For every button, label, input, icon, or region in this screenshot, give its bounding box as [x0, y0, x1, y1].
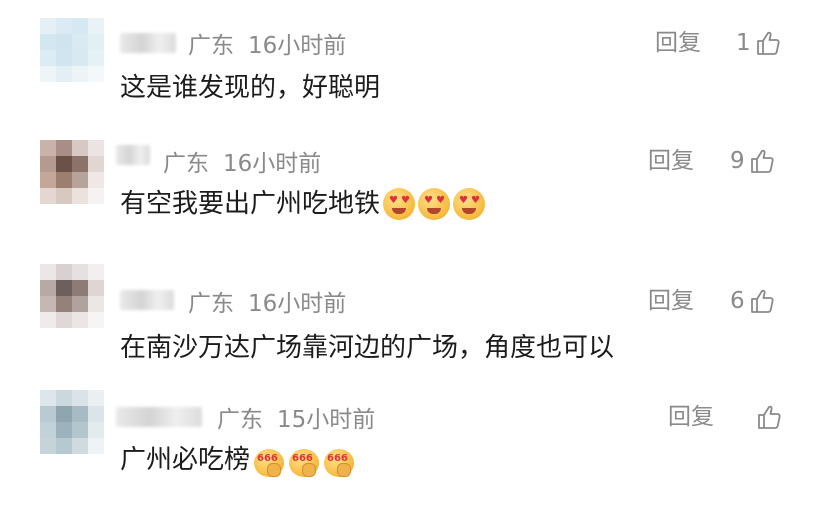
comment-text: 在南沙万达广场靠河边的广场，角度也可以: [120, 328, 614, 368]
time-label: 16小时前: [248, 33, 347, 59]
like-button[interactable]: 6: [730, 286, 775, 316]
666-thinking-emoji: 666: [288, 443, 320, 477]
avatar[interactable]: [40, 390, 104, 454]
comment-text-content: 在南沙万达广场靠河边的广场，角度也可以: [120, 333, 615, 363]
comment-text: 这是谁发现的，好聪明: [120, 68, 380, 108]
like-button[interactable]: 9: [730, 146, 775, 176]
heart-eyes-emoji: ♥ ♥: [418, 188, 451, 220]
reply-button[interactable]: 回复: [648, 146, 694, 176]
comment-item: 广东 16小时前 回复 6 在南沙万达广场靠河边的广场，角度也可以: [0, 250, 828, 380]
avatar[interactable]: [40, 140, 104, 204]
heart-eyes-emoji: ♥ ♥: [453, 188, 486, 220]
reply-button[interactable]: 回复: [648, 286, 694, 316]
like-count: 9: [730, 148, 745, 174]
username-blurred[interactable]: [120, 290, 174, 310]
comment-text: 有空我要出广州吃地铁 ♥ ♥ ♥ ♥ ♥ ♥: [120, 184, 486, 224]
username-blurred[interactable]: [116, 407, 202, 427]
comment-item: 广东 16小时前 回复 9 有空我要出广州吃地铁 ♥ ♥ ♥ ♥ ♥ ♥: [0, 120, 828, 250]
comment-item: 广东 16小时前 回复 1 这是谁发现的，好聪明: [0, 0, 828, 120]
time-label: 16小时前: [223, 151, 322, 177]
heart-eyes-emoji: ♥ ♥: [383, 188, 416, 220]
comment-text-content: 广州必吃榜: [120, 445, 251, 475]
location-label: 广东: [163, 151, 209, 177]
like-count: 1: [736, 30, 751, 56]
reply-button[interactable]: 回复: [668, 402, 714, 432]
thumbs-up-icon: [750, 149, 774, 173]
time-label: 15小时前: [277, 407, 376, 433]
location-label: 广东: [217, 407, 263, 433]
time-label: 16小时前: [248, 291, 347, 317]
like-button[interactable]: [756, 402, 782, 432]
like-count: 6: [730, 288, 745, 314]
username-blurred[interactable]: [120, 33, 176, 53]
location-label: 广东: [188, 291, 234, 317]
666-thinking-emoji: 666: [323, 443, 355, 477]
666-thinking-emoji: 666: [253, 443, 285, 477]
location-label: 广东: [188, 33, 234, 59]
thumbs-up-icon: [758, 405, 781, 429]
comment-meta: 广东 15小时前: [217, 402, 376, 433]
comment-meta: 广东 16小时前: [188, 286, 347, 317]
comment-text: 广州必吃榜 666 666 666: [120, 440, 355, 480]
like-button[interactable]: 1: [736, 28, 781, 58]
avatar[interactable]: [40, 18, 104, 82]
reply-button[interactable]: 回复: [655, 28, 701, 58]
comment-text-content: 这是谁发现的，好聪明: [120, 73, 381, 103]
comment-item: 广东 15小时前 回复 广州必吃榜 666 666 666: [0, 380, 828, 507]
comment-meta: 广东 16小时前: [163, 146, 322, 177]
comment-text-content: 有空我要出广州吃地铁: [120, 189, 381, 219]
thumbs-up-icon: [756, 31, 780, 55]
username-blurred[interactable]: [116, 145, 150, 165]
avatar[interactable]: [40, 264, 104, 328]
comment-meta: 广东 16小时前: [188, 28, 347, 59]
thumbs-up-icon: [750, 289, 774, 313]
